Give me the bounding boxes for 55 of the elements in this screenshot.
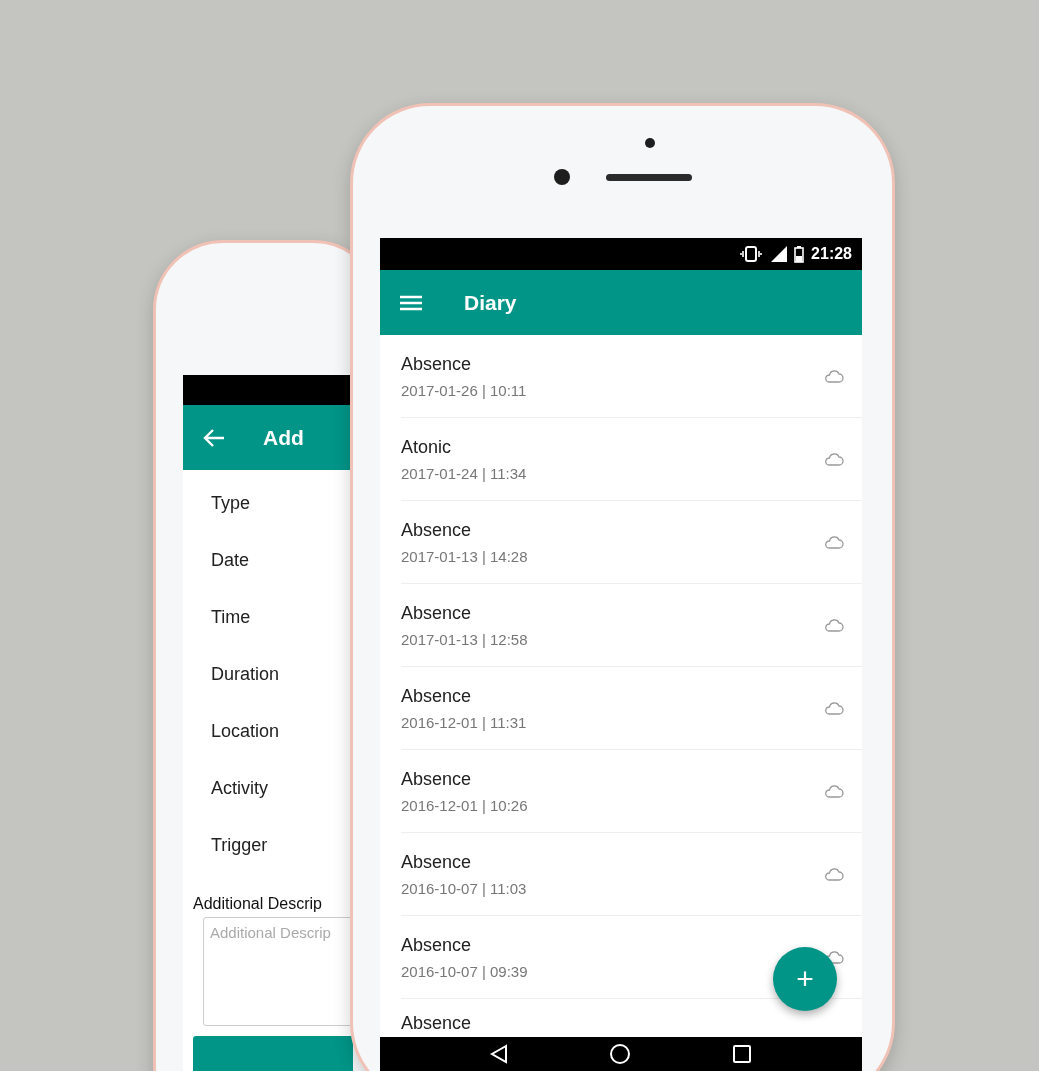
description-field[interactable]: Additional Descrip bbox=[203, 917, 353, 1026]
screen-title: Diary bbox=[464, 290, 517, 315]
field-label[interactable]: Date bbox=[211, 549, 353, 572]
entry-title: Absence bbox=[401, 934, 472, 956]
add-button[interactable]: + bbox=[773, 947, 837, 1011]
menu-icon[interactable] bbox=[400, 294, 422, 311]
signal-icon bbox=[769, 246, 788, 262]
back-arrow-icon[interactable] bbox=[203, 427, 225, 448]
diary-entry[interactable]: Absence 2017-01-13 | 12:58 bbox=[401, 584, 862, 667]
entry-title: Absence bbox=[401, 685, 472, 707]
entry-date: 2016-10-07 | 09:39 bbox=[401, 962, 528, 980]
diary-entry[interactable]: Absence 2017-01-13 | 14:28 bbox=[401, 501, 862, 584]
cloud-icon bbox=[824, 369, 844, 383]
recents-icon[interactable] bbox=[731, 1044, 752, 1064]
entry-date: 2016-12-01 | 11:31 bbox=[401, 713, 527, 731]
cloud-icon bbox=[824, 867, 844, 881]
field-label[interactable]: Type bbox=[211, 492, 353, 515]
field-label: Additional Descrip bbox=[193, 895, 323, 913]
entry-date: 2016-10-07 | 11:03 bbox=[401, 879, 527, 897]
field-label[interactable]: Trigger bbox=[211, 834, 353, 857]
cloud-icon bbox=[824, 618, 844, 632]
entry-title: Atonic bbox=[401, 436, 452, 458]
cloud-icon bbox=[824, 535, 844, 549]
field-label[interactable]: Activity bbox=[211, 777, 353, 800]
entry-title: Absence bbox=[401, 768, 472, 790]
vibrate-icon bbox=[740, 246, 763, 262]
status-time: 21:28 bbox=[811, 245, 852, 263]
diary-entry[interactable]: Absence 2016-10-07 | 11:03 bbox=[401, 833, 862, 916]
action-button[interactable] bbox=[193, 1035, 353, 1071]
entry-date: 2017-01-24 | 11:34 bbox=[401, 464, 527, 482]
back-icon[interactable] bbox=[490, 1044, 509, 1064]
diary-entry[interactable]: Atonic 2017-01-24 | 11:34 bbox=[401, 418, 862, 501]
diary-entry[interactable]: Absence 2016-12-01 | 11:31 bbox=[401, 667, 862, 750]
diary-entry[interactable]: Absence 2017-01-26 | 10:11 bbox=[401, 335, 862, 418]
home-icon[interactable] bbox=[609, 1043, 631, 1065]
diary-entry[interactable]: Absence 2016-12-01 | 10:26 bbox=[401, 750, 862, 833]
cloud-icon bbox=[824, 701, 844, 715]
screen-title: Add bbox=[263, 425, 304, 450]
entry-title: Absence bbox=[401, 519, 472, 541]
entry-date: 2017-01-13 | 14:28 bbox=[401, 547, 528, 565]
entry-title: Absence bbox=[401, 1013, 472, 1034]
battery-icon bbox=[794, 245, 805, 263]
cloud-icon bbox=[824, 784, 844, 798]
entry-date: 2017-01-13 | 12:58 bbox=[401, 630, 528, 648]
entry-date: 2016-12-01 | 10:26 bbox=[401, 796, 528, 814]
sensor-icon bbox=[645, 138, 655, 148]
cloud-icon bbox=[824, 452, 844, 466]
entry-title: Absence bbox=[401, 851, 472, 873]
entry-title: Absence bbox=[401, 353, 472, 375]
camera-icon bbox=[554, 169, 570, 185]
field-label[interactable]: Location bbox=[211, 720, 353, 743]
field-label[interactable]: Duration bbox=[211, 663, 353, 686]
field-label[interactable]: Time bbox=[211, 606, 353, 629]
entry-title: Absence bbox=[401, 602, 472, 624]
entry-date: 2017-01-26 | 10:11 bbox=[401, 381, 527, 399]
